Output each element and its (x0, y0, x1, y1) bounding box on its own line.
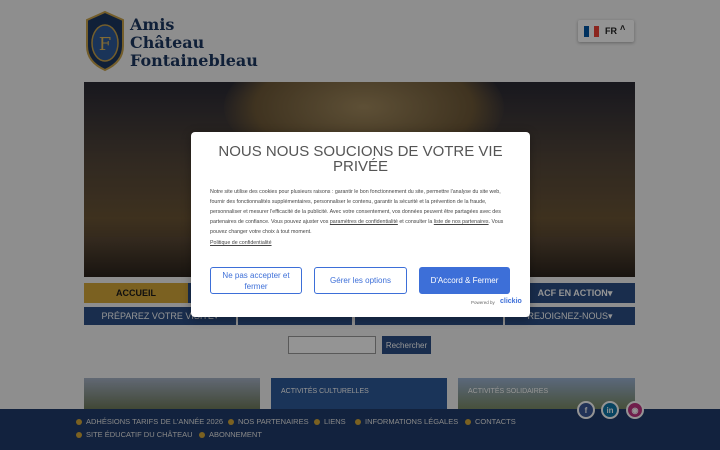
clickio-logo[interactable]: clickio (500, 298, 522, 305)
privacy-policy-link[interactable]: Politique de confidentialité (210, 240, 272, 246)
consent-body: Notre site utilise des cookies pour plus… (210, 187, 512, 237)
consent-text-2: et consulter la (397, 219, 434, 225)
accept-button[interactable]: D'Accord & Fermer (419, 267, 510, 294)
powered-by-label: Powered by (471, 300, 495, 305)
consent-title: NOUS NOUS SOUCIONS DE VOTRE VIE PRIVÉE (218, 143, 503, 175)
cookie-consent-dialog: NOUS NOUS SOUCIONS DE VOTRE VIE PRIVÉE N… (191, 132, 530, 317)
partners-list-link[interactable]: liste de nos partenaires (434, 219, 489, 225)
privacy-settings-link[interactable]: paramètres de confidentialité (330, 219, 398, 225)
manage-options-button[interactable]: Gérer les options (314, 267, 407, 294)
reject-button[interactable]: Ne pas accepter et fermer (210, 267, 302, 294)
